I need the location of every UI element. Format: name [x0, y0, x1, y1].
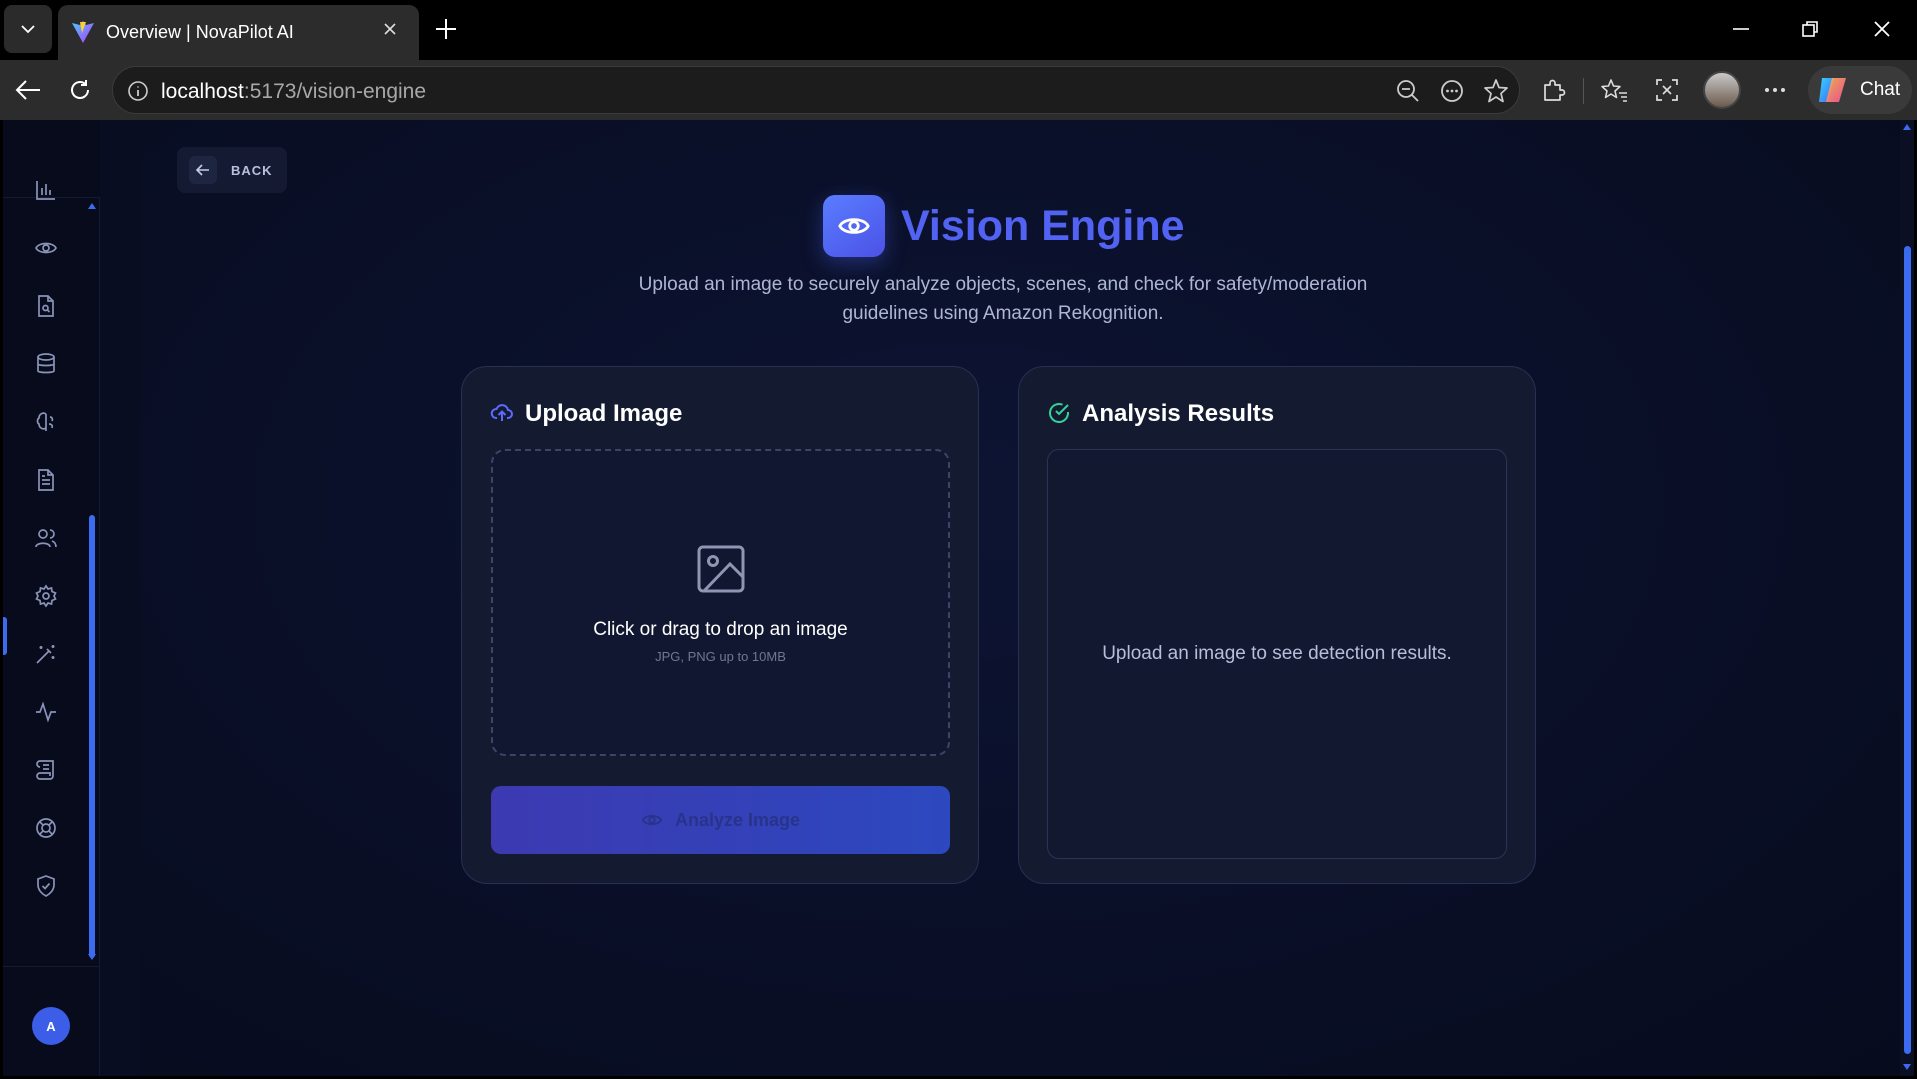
arrow-left-icon — [195, 162, 211, 178]
url-host: localhost — [161, 80, 244, 103]
sidebar-active-indicator — [3, 617, 7, 655]
zoom-out-icon[interactable] — [1395, 78, 1421, 104]
magic-wand-icon — [34, 642, 58, 666]
sidebar-item-support[interactable] — [21, 803, 71, 853]
users-icon — [34, 526, 58, 550]
upload-image-card: Upload Image Click or drag to drop an im… — [461, 366, 979, 884]
eye-icon — [34, 236, 58, 260]
profile-avatar[interactable] — [1703, 71, 1741, 109]
image-dropzone[interactable]: Click or drag to drop an image JPG, PNG … — [491, 449, 950, 756]
image-icon — [696, 544, 746, 594]
copilot-chat-button[interactable]: Chat — [1808, 66, 1912, 114]
sidebar-item-activity[interactable] — [21, 687, 71, 737]
screenshot-capture-icon[interactable] — [1654, 77, 1680, 103]
back-icon-container — [189, 156, 217, 184]
sidebar-scrollbar-thumb[interactable] — [89, 515, 95, 958]
sidebar-item-documents[interactable] — [21, 455, 71, 505]
page-scroll-down-arrow[interactable] — [1903, 1064, 1911, 1070]
main-left-gutter — [100, 120, 140, 1076]
sidebar-item-analytics[interactable] — [21, 165, 71, 215]
bar-chart-icon — [34, 178, 58, 202]
sidebar-item-document-search[interactable] — [21, 281, 71, 331]
extensions-puzzle-icon[interactable] — [1540, 77, 1566, 103]
sidebar-item-users[interactable] — [21, 513, 71, 563]
url-text[interactable]: localhost:5173/vision-engine — [161, 80, 426, 104]
user-avatar[interactable]: A — [32, 1007, 70, 1045]
browser-tab[interactable]: Overview | NovaPilot AI — [58, 5, 419, 60]
page-scroll-up-arrow[interactable] — [1903, 124, 1911, 130]
tab-title: Overview | NovaPilot AI — [106, 22, 294, 42]
dropzone-file-hint: JPG, PNG up to 10MB — [655, 649, 786, 664]
back-button[interactable]: BACK — [177, 147, 287, 193]
life-buoy-icon — [34, 816, 58, 840]
check-circle-icon — [1047, 401, 1071, 425]
page-subtitle: Upload an image to securely analyze obje… — [638, 274, 1368, 324]
shield-icon — [34, 874, 58, 898]
sidebar-item-scroll[interactable] — [21, 745, 71, 795]
sidebar: A — [3, 120, 100, 1076]
eye-icon — [837, 209, 871, 243]
analysis-results-card: Analysis Results Upload an image to see … — [1018, 366, 1536, 884]
analyze-image-button[interactable]: Analyze Image — [491, 786, 950, 854]
copilot-logo-icon — [1816, 74, 1850, 106]
chat-label: Chat — [1860, 79, 1901, 100]
back-label: BACK — [231, 163, 273, 178]
sidebar-scroll-up-arrow[interactable] — [88, 203, 96, 209]
results-card-title: Analysis Results — [1082, 400, 1275, 427]
results-empty-state: Upload an image to see detection results… — [1102, 643, 1452, 664]
info-icon[interactable] — [127, 80, 149, 102]
dropzone-instruction: Click or drag to drop an image — [593, 619, 848, 640]
browser-toolbar: localhost:5173/vision-engine Chat — [0, 60, 1917, 120]
sidebar-item-security[interactable] — [21, 861, 71, 911]
favorites-list-icon[interactable] — [1600, 77, 1628, 103]
close-window-icon[interactable] — [1870, 17, 1894, 41]
page-scrollbar-thumb[interactable] — [1904, 246, 1911, 1054]
sidebar-item-magic[interactable] — [21, 629, 71, 679]
back-arrow-icon[interactable] — [14, 78, 42, 102]
close-tab-icon[interactable] — [380, 19, 400, 39]
refresh-icon[interactable] — [68, 78, 92, 102]
results-panel: Upload an image to see detection results… — [1047, 449, 1507, 859]
gear-icon — [34, 584, 58, 608]
chevron-down-icon — [18, 19, 38, 39]
url-path: :5173/vision-engine — [243, 80, 427, 103]
analyze-button-label: Analyze Image — [674, 809, 801, 830]
file-search-icon — [34, 294, 58, 318]
sidebar-footer: A — [3, 966, 100, 1076]
star-favorite-icon[interactable] — [1483, 78, 1509, 104]
sidebar-item-settings[interactable] — [21, 571, 71, 621]
page-title: Vision Engine — [901, 202, 1185, 250]
sidebar-item-vision[interactable] — [21, 223, 71, 273]
sidebar-item-ai-brain[interactable] — [21, 397, 71, 447]
file-text-icon — [34, 468, 58, 492]
browser-tab-bar: Overview | NovaPilot AI — [0, 0, 1917, 60]
database-icon — [34, 352, 58, 376]
restore-icon[interactable] — [1800, 19, 1820, 39]
upload-card-title: Upload Image — [525, 400, 683, 427]
page-viewport: A BACK Vision Engine Upload an image to … — [3, 120, 1914, 1076]
sidebar-item-database[interactable] — [21, 339, 71, 389]
reading-mode-icon[interactable] — [1439, 78, 1465, 104]
activity-icon — [34, 700, 58, 724]
more-options-icon[interactable] — [1762, 77, 1788, 103]
cloud-upload-icon — [490, 401, 514, 425]
scroll-icon — [34, 758, 58, 782]
sidebar-scroll-down-arrow[interactable] — [88, 954, 96, 960]
minimize-icon[interactable] — [1730, 18, 1752, 40]
new-tab-plus-icon[interactable] — [432, 15, 460, 43]
eye-icon — [641, 809, 663, 831]
brain-icon — [34, 410, 58, 434]
vite-logo-icon — [70, 19, 96, 45]
address-bar[interactable]: localhost:5173/vision-engine — [112, 66, 1520, 114]
toolbar-divider — [1583, 78, 1584, 104]
vision-engine-logo — [823, 195, 885, 257]
tab-list-button[interactable] — [4, 5, 52, 53]
